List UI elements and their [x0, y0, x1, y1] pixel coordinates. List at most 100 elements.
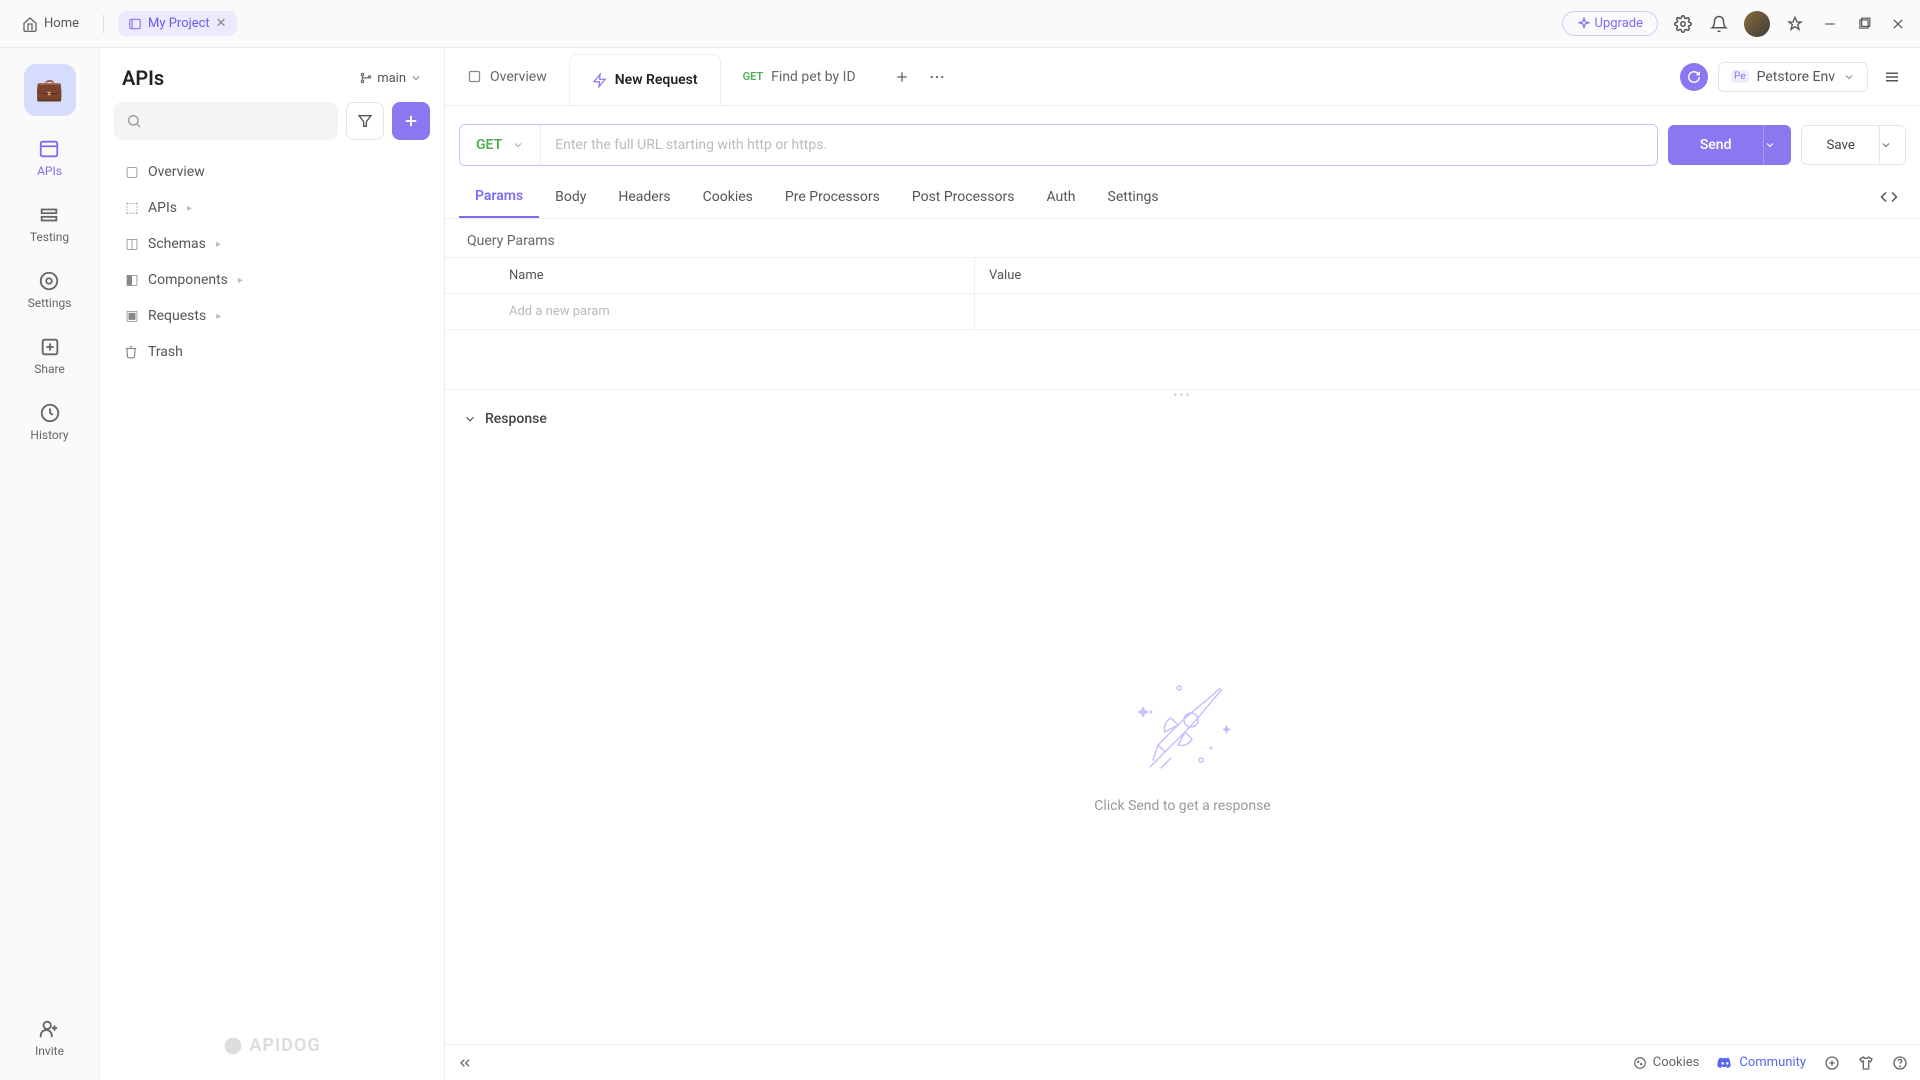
caret-icon: ▸ — [216, 239, 221, 250]
tab-new-request-label: New Request — [615, 72, 698, 88]
settings-icon — [38, 270, 60, 292]
schema-icon: ◫ — [124, 236, 140, 252]
rail-testing[interactable]: Testing — [26, 200, 73, 248]
upgrade-button[interactable]: Upgrade — [1562, 11, 1658, 36]
workspace: Overview New Request GET Find pet by ID — [445, 48, 1920, 1080]
rail-history-label: History — [30, 428, 68, 442]
history-icon — [39, 402, 61, 424]
tab-new-request[interactable]: New Request — [569, 54, 721, 105]
collapse-sidebar-button[interactable] — [457, 1055, 473, 1071]
sidebar-search[interactable] — [114, 102, 338, 140]
invite-icon — [38, 1018, 60, 1040]
url-input[interactable] — [541, 125, 1657, 165]
tab-find-pet-label: Find pet by ID — [771, 69, 855, 85]
subtab-headers[interactable]: Headers — [602, 177, 686, 217]
panel-resizer[interactable]: ••• — [445, 389, 1920, 399]
tree-components-label: Components — [148, 272, 228, 288]
subtab-body[interactable]: Body — [539, 177, 602, 217]
params-new-row[interactable]: Add a new param — [445, 294, 1920, 330]
agent-badge[interactable] — [1680, 63, 1708, 91]
tab-overview[interactable]: Overview — [445, 48, 569, 105]
params-table-header: Name Value — [445, 258, 1920, 294]
trash-icon — [124, 345, 140, 359]
status-icon-1[interactable] — [1824, 1055, 1840, 1071]
circle-plus-icon — [1824, 1055, 1840, 1071]
branch-icon — [359, 71, 373, 85]
col-name: Name — [495, 258, 975, 293]
plus-icon — [894, 69, 910, 85]
tree-requests[interactable]: ▣ Requests ▸ — [112, 298, 432, 334]
tab-method-badge: GET — [743, 70, 764, 83]
rail-settings[interactable]: Settings — [24, 266, 76, 314]
tree-apis[interactable]: ⬚ APIs ▸ — [112, 190, 432, 226]
subtab-post-processors[interactable]: Post Processors — [896, 177, 1031, 217]
user-avatar[interactable] — [1744, 11, 1770, 37]
response-section: Response Click Send to get a response — [445, 399, 1920, 1044]
close-project-icon[interactable]: ✕ — [216, 16, 227, 31]
status-cookies[interactable]: Cookies — [1633, 1055, 1700, 1070]
home-label: Home — [44, 16, 79, 31]
save-button[interactable]: Save — [1802, 126, 1879, 164]
chevron-down-icon — [410, 72, 422, 84]
minimize-icon — [1823, 17, 1837, 31]
tree-overview-label: Overview — [148, 164, 205, 180]
request-subtabs: Params Body Headers Cookies Pre Processo… — [445, 176, 1920, 219]
workspace-logo[interactable]: 💼 — [24, 64, 76, 116]
subtab-params[interactable]: Params — [459, 176, 539, 218]
send-dropdown[interactable] — [1763, 125, 1791, 165]
save-dropdown[interactable] — [1879, 126, 1905, 164]
components-icon: ◧ — [124, 272, 140, 288]
send-button[interactable]: Send — [1668, 125, 1764, 165]
rail-history[interactable]: History — [26, 398, 72, 446]
rail-invite-label: Invite — [35, 1044, 64, 1058]
env-label: Petstore Env — [1757, 69, 1835, 85]
environment-selector[interactable]: Pe Petstore Env — [1718, 62, 1868, 92]
notifications-button[interactable] — [1708, 13, 1730, 35]
tree-components[interactable]: ◧ Components ▸ — [112, 262, 432, 298]
tab-more-button[interactable] — [928, 68, 946, 86]
rail-settings-label: Settings — [28, 296, 72, 310]
subtab-cookies[interactable]: Cookies — [687, 177, 769, 217]
code-view-button[interactable] — [1872, 180, 1906, 214]
project-tab[interactable]: My Project ✕ — [118, 11, 237, 36]
bell-icon — [1710, 15, 1728, 33]
dots-icon — [928, 68, 946, 86]
response-toggle[interactable]: Response — [445, 399, 1920, 439]
rail-invite[interactable]: Invite — [31, 1014, 68, 1062]
sidebar-tree: ▢ Overview ⬚ APIs ▸ ◫ Schemas ▸ ◧ Compon… — [110, 150, 434, 374]
rail-share-label: Share — [34, 362, 65, 376]
window-close[interactable] — [1888, 14, 1908, 34]
tree-overview[interactable]: ▢ Overview — [112, 154, 432, 190]
add-button[interactable] — [392, 102, 430, 140]
tree-trash[interactable]: Trash — [112, 334, 432, 370]
param-name-placeholder[interactable]: Add a new param — [495, 294, 975, 329]
chevron-down-icon — [512, 139, 524, 151]
status-help[interactable] — [1892, 1055, 1908, 1071]
tree-requests-label: Requests — [148, 308, 206, 324]
status-icon-2[interactable] — [1858, 1055, 1874, 1071]
home-button[interactable]: Home — [12, 12, 89, 36]
caret-icon: ▸ — [187, 203, 192, 214]
tree-schemas[interactable]: ◫ Schemas ▸ — [112, 226, 432, 262]
status-community[interactable]: Community — [1717, 1055, 1806, 1071]
branch-selector[interactable]: main — [359, 71, 422, 86]
pin-button[interactable] — [1784, 13, 1806, 35]
method-selector[interactable]: GET — [460, 125, 541, 165]
new-tab-button[interactable] — [894, 69, 910, 85]
tab-find-pet[interactable]: GET Find pet by ID — [721, 48, 878, 105]
panel-menu-button[interactable] — [1878, 63, 1906, 91]
subtab-settings[interactable]: Settings — [1092, 177, 1175, 217]
window-maximize[interactable] — [1854, 14, 1874, 34]
window-minimize[interactable] — [1820, 14, 1840, 34]
rail-apis[interactable]: APIs — [33, 134, 66, 182]
settings-gear-button[interactable] — [1672, 13, 1694, 35]
subtab-pre-processors[interactable]: Pre Processors — [769, 177, 896, 217]
chevron-down-icon — [1764, 139, 1776, 151]
menu-icon — [1883, 68, 1901, 86]
project-icon — [128, 17, 142, 31]
requests-icon: ▣ — [124, 308, 140, 324]
rail-share[interactable]: Share — [30, 332, 69, 380]
response-empty-text: Click Send to get a response — [1094, 798, 1270, 814]
subtab-auth[interactable]: Auth — [1030, 177, 1091, 217]
filter-button[interactable] — [346, 102, 384, 140]
